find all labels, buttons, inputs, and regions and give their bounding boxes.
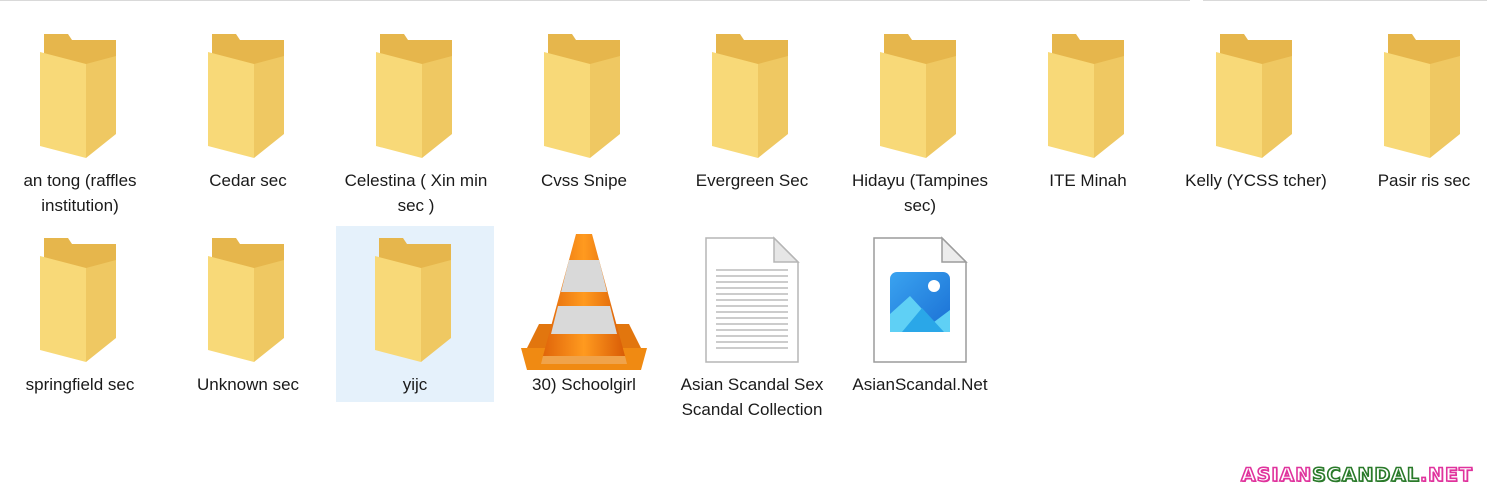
item-label: AsianScandal.Net [852, 375, 988, 394]
item-label: Hidayu (Tampines sec) [851, 171, 989, 215]
folder-item-kelly[interactable]: Kelly (YCSS tcher) [1177, 22, 1335, 198]
folder-icon [1, 30, 159, 162]
folder-item-springfield-sec[interactable]: springfield sec [1, 226, 159, 402]
folder-icon [337, 30, 495, 162]
item-label: Kelly (YCSS tcher) [1185, 171, 1327, 190]
folder-item-evergreen-sec[interactable]: Evergreen Sec [673, 22, 831, 198]
folder-item-hidayu[interactable]: Hidayu (Tampines sec) [841, 22, 999, 215]
search-bar-divider [1203, 0, 1487, 3]
item-label: Pasir ris sec [1377, 171, 1471, 190]
watermark-part1: ASIAN [1240, 463, 1313, 487]
folder-item-ite-minah[interactable]: ITE Minah [1009, 22, 1167, 198]
folder-icon [336, 234, 494, 366]
folder-item-cvss-snipe[interactable]: Cvss Snipe [505, 22, 663, 198]
folder-icon [1, 234, 159, 366]
item-label: Cedar sec [209, 171, 287, 190]
item-label: ITE Minah [1049, 171, 1127, 190]
image-file-icon [841, 234, 999, 366]
folder-icon [169, 234, 327, 366]
item-label: springfield sec [25, 375, 135, 394]
folder-item-unknown-sec[interactable]: Unknown sec [169, 226, 327, 402]
item-label: Evergreen Sec [695, 171, 809, 190]
item-label: Unknown sec [196, 375, 300, 394]
watermark-part2: SCANDAL [1311, 463, 1420, 487]
item-label: Cvss Snipe [541, 171, 627, 190]
vlc-cone-icon [505, 234, 663, 370]
site-watermark: ASIANSCANDAL.NET [1240, 463, 1473, 487]
item-label: Asian Scandal Sex Scandal Collection [680, 375, 824, 419]
folder-item-yijc[interactable]: yijc [336, 226, 494, 402]
folder-icon [673, 30, 831, 162]
folder-item-an-tong[interactable]: an tong (raffles institution) [1, 22, 159, 215]
folder-item-cedar-sec[interactable]: Cedar sec [169, 22, 327, 198]
text-document-icon [673, 234, 831, 366]
folder-item-pasir-ris-sec[interactable]: Pasir ris sec [1345, 22, 1487, 198]
item-label: Celestina ( Xin min sec ) [344, 171, 488, 215]
folder-icon [1345, 30, 1487, 162]
item-label: an tong (raffles institution) [23, 171, 137, 215]
watermark-part3: .NET [1419, 463, 1473, 487]
address-bar-divider [0, 0, 1190, 3]
folder-item-celestina[interactable]: Celestina ( Xin min sec ) [337, 22, 495, 215]
item-label: yijc [402, 375, 428, 394]
folder-icon [1177, 30, 1335, 162]
image-item-asianscandal-net[interactable]: AsianScandal.Net [841, 226, 999, 402]
document-item-collection[interactable]: Asian Scandal Sex Scandal Collection [673, 226, 831, 419]
folder-icon [505, 30, 663, 162]
item-label: 30) Schoolgirl [532, 375, 636, 394]
video-item-schoolgirl[interactable]: 30) Schoolgirl [505, 226, 663, 402]
folder-icon [169, 30, 327, 162]
folder-icon [841, 30, 999, 162]
folder-icon [1009, 30, 1167, 162]
